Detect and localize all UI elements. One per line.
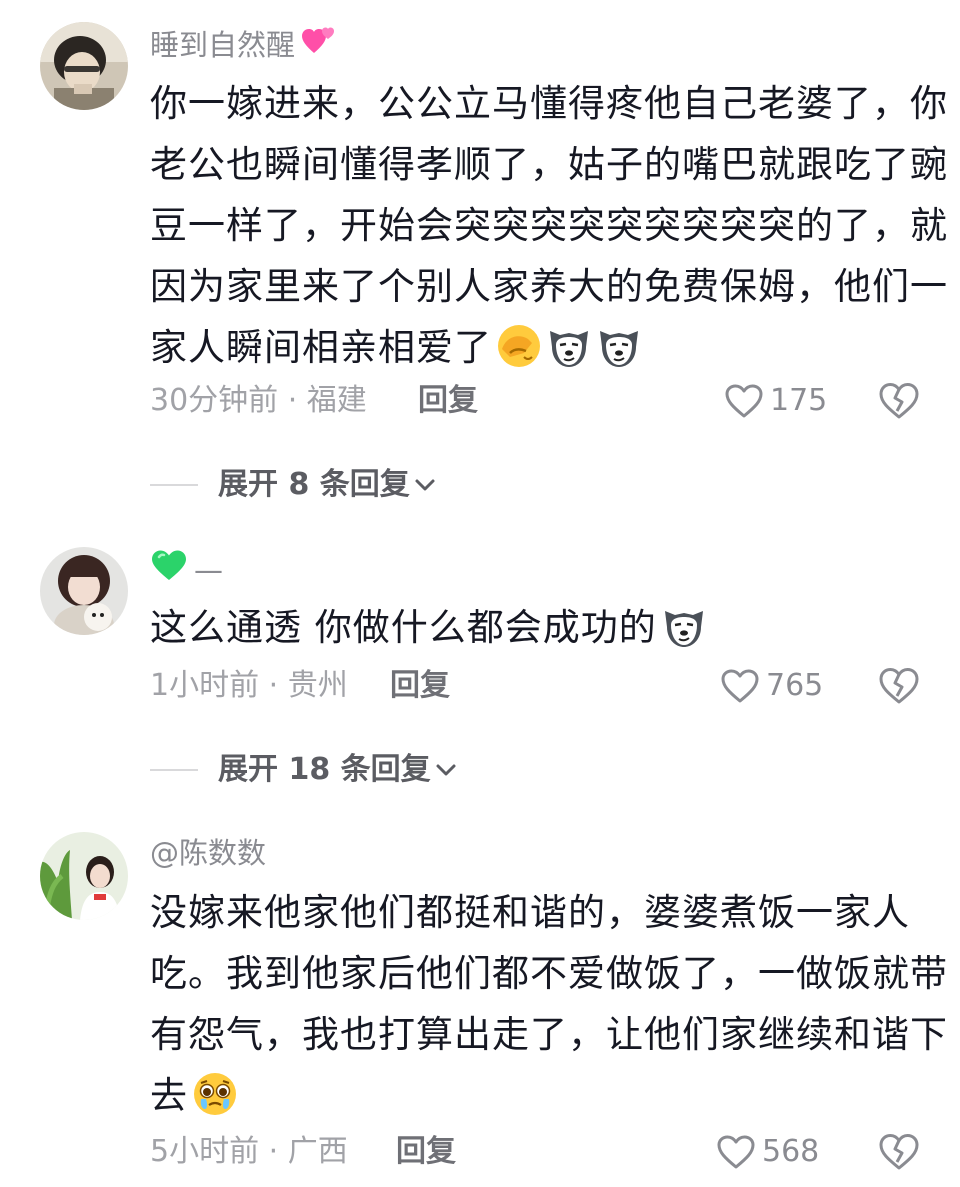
comment-text: 没嫁来他家他们都挺和谐的，婆婆煮饭一家人 吃。我到他家后他们都不爱做饭了，一做饭…	[150, 882, 948, 1126]
comment-meta: 5小时前 · 广西	[150, 1134, 348, 1169]
comment-username[interactable]: @陈数数	[150, 833, 266, 873]
username-text[interactable]: 睡到自然醒	[150, 25, 295, 65]
like-count: 568	[762, 1134, 820, 1169]
comment-meta: 1小时前 · 贵州	[150, 668, 348, 703]
like-button[interactable]: 175	[724, 381, 827, 421]
divider-line	[150, 484, 198, 486]
heart-outline-icon	[721, 669, 759, 703]
comment-text-line: 家人瞬间相亲相爱了	[150, 317, 920, 378]
expand-replies-label[interactable]: 展开 8 条回复	[218, 465, 410, 505]
wolf-smirk-icon	[661, 603, 707, 649]
two-hearts-icon	[301, 24, 337, 66]
comment-text-fragment: 这么通透 你做什么都会成功的	[150, 606, 657, 649]
wolf-smirk-icon	[596, 323, 642, 369]
broken-heart-icon	[879, 383, 919, 419]
chevron-down-icon[interactable]	[414, 478, 436, 492]
reply-button[interactable]: 回复	[418, 381, 478, 421]
comment-text-line: 没嫁来他家他们都挺和谐的，婆婆煮饭一家人	[150, 891, 910, 934]
broken-heart-icon	[879, 668, 919, 704]
dislike-button[interactable]	[878, 380, 920, 422]
comment-text-line: 因为家里来了个别人家养大的免费保姆，他们一	[150, 265, 948, 308]
expand-replies-button[interactable]: 展开 18 条回复	[150, 750, 457, 790]
like-count: 175	[770, 383, 828, 418]
expand-replies-button[interactable]: 展开 8 条回复	[150, 465, 436, 505]
avatar[interactable]	[40, 547, 128, 635]
comment-text-line: 老公也瞬间懂得孝顺了，姑子的嘴巴就跟吃了豌	[150, 143, 948, 186]
comment-text-line: 去	[150, 1065, 920, 1126]
like-count: 765	[766, 668, 824, 703]
comment-text-line: 你一嫁进来，公公立马懂得疼他自己老婆了，你	[150, 82, 948, 125]
username-text[interactable]: @陈数数	[150, 833, 266, 873]
comment-text-line: 吃。我到他家后他们都不爱做饭了，一做饭就带	[150, 952, 948, 995]
divider-line	[150, 769, 198, 771]
pleading-tears-icon	[192, 1071, 238, 1117]
comment-text-line: 豆一样了，开始会突突突突突突突突突的了，就	[150, 204, 948, 247]
comment-text-fragment: 去	[150, 1074, 188, 1117]
comment-username[interactable]: —	[150, 548, 223, 592]
comment-text: 这么通透 你做什么都会成功的	[150, 597, 920, 658]
reply-button[interactable]: 回复	[390, 666, 450, 706]
dislike-button[interactable]	[878, 665, 920, 707]
like-button[interactable]: 765	[720, 666, 823, 706]
heart-outline-icon	[725, 384, 763, 418]
comment-text-line: 这么通透 你做什么都会成功的	[150, 597, 920, 658]
avatar[interactable]	[40, 832, 128, 920]
broken-heart-icon	[879, 1134, 919, 1170]
avatar[interactable]	[40, 22, 128, 110]
like-button[interactable]: 568	[716, 1132, 819, 1172]
wolf-smirk-icon	[546, 323, 592, 369]
reply-button[interactable]: 回复	[396, 1132, 456, 1172]
expand-replies-label[interactable]: 展开 18 条回复	[218, 750, 431, 790]
comment-text: 你一嫁进来，公公立马懂得疼他自己老婆了，你 老公也瞬间懂得孝顺了，姑子的嘴巴就跟…	[150, 73, 948, 378]
dislike-button[interactable]	[878, 1131, 920, 1173]
comment-text-fragment: 家人瞬间相亲相爱了	[150, 326, 492, 369]
username-text[interactable]: —	[194, 550, 223, 590]
comment-text-line: 有怨气，我也打算出走了，让他们家继续和谐下	[150, 1013, 948, 1056]
comment-username[interactable]: 睡到自然醒	[150, 24, 337, 66]
heart-outline-icon	[717, 1135, 755, 1169]
chevron-down-icon[interactable]	[435, 763, 457, 777]
facepalm-icon	[496, 323, 542, 369]
comment-meta: 30分钟前 · 福建	[150, 383, 367, 418]
green-heart-icon	[150, 548, 188, 592]
